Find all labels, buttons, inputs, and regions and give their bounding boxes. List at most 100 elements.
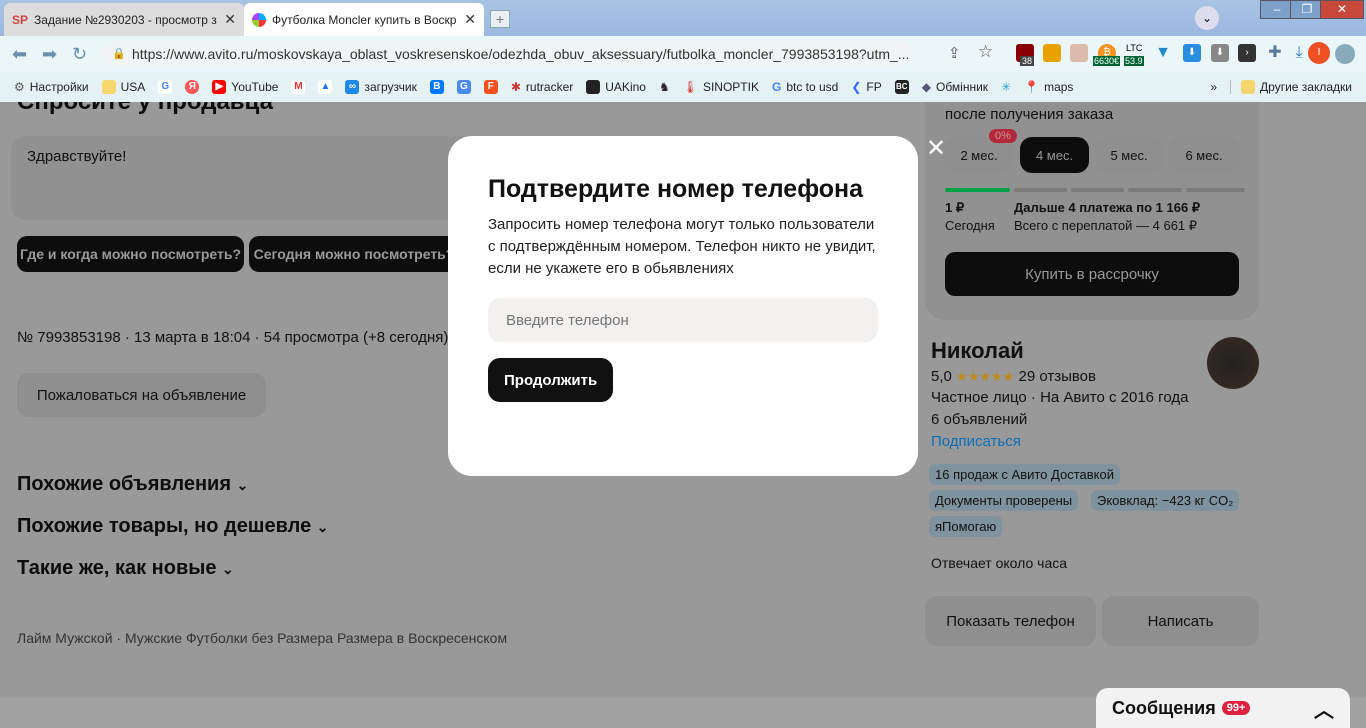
bookmark-label: Обмінник: [935, 80, 989, 94]
messages-label: Сообщения: [1112, 697, 1216, 718]
report-button[interactable]: Пожаловаться на объявление: [17, 373, 266, 417]
bookmark-uakino[interactable]: UAKino: [586, 80, 646, 94]
bookmarks-bar: ⚙ Настройки USA G Я ▶ YouTube M ▲ ∞ загрузч…: [0, 72, 1366, 102]
breadcrumb[interactable]: Лайм Мужской · Мужские Футболки без Разм…: [17, 630, 507, 646]
section-label: Похожие товары, но дешевле: [17, 515, 312, 537]
maps-pin-icon: 📍: [1024, 80, 1040, 94]
close-window-button[interactable]: ✕: [1320, 0, 1364, 19]
new-tab-button[interactable]: +: [490, 10, 510, 28]
bookmark-usa[interactable]: USA: [101, 80, 145, 94]
bookmark-label: FP: [866, 80, 882, 94]
minimize-button[interactable]: –: [1260, 0, 1294, 19]
more-bookmarks-button[interactable]: »: [1210, 80, 1217, 94]
diamond-icon[interactable]: ▼: [1154, 44, 1172, 62]
tab-task[interactable]: SP Задание №2930203 - просмотр з ✕: [4, 3, 244, 36]
messages-widget[interactable]: Сообщения 99+ ︿: [1096, 688, 1350, 728]
installment-progress-segment: [1186, 188, 1245, 192]
buy-installment-button[interactable]: Купить в рассрочку: [945, 252, 1239, 296]
lock-icon: 🔒: [112, 48, 126, 60]
vk-icon[interactable]: B: [429, 80, 444, 94]
downloads-icon[interactable]: ⤓: [1290, 44, 1308, 62]
section-label: Похожие объявления: [17, 473, 232, 495]
bookmark-rutracker[interactable]: ✱ rutracker: [511, 80, 573, 94]
phone-input[interactable]: [488, 298, 878, 342]
message-text: Здравствуйте!: [27, 148, 127, 165]
face-ext-icon[interactable]: [1070, 44, 1088, 62]
installment-progress-segment: [1014, 188, 1067, 192]
bookmark-fp[interactable]: ❮ FP: [851, 80, 881, 94]
profile-avatar[interactable]: I: [1308, 42, 1330, 64]
bookmark-label: UAKino: [605, 80, 646, 94]
bc-icon[interactable]: BC: [894, 80, 909, 94]
write-button[interactable]: Написать: [1102, 596, 1259, 646]
google-icon[interactable]: G: [158, 80, 173, 94]
url-text: https://www.avito.ru/moskovskaya_oblast_…: [132, 46, 910, 62]
bookmark-youtube[interactable]: ▶ YouTube: [212, 80, 278, 94]
translate-icon[interactable]: G: [456, 80, 471, 94]
section-label: Такие же, как новые: [17, 557, 217, 579]
bookmark-exchanger[interactable]: ◆ Обмінник: [922, 80, 988, 94]
puzzle-icon[interactable]: ✚: [1266, 44, 1284, 62]
gmail-icon[interactable]: M: [291, 80, 306, 94]
star-icon[interactable]: ☆: [978, 42, 993, 62]
bookmark-label: SINOPTIK: [702, 80, 759, 94]
response-time: Отвечает около часа: [931, 555, 1068, 571]
reviews-link[interactable]: 29 отзывов: [1018, 368, 1096, 385]
subscribe-link[interactable]: Подписаться: [931, 433, 1021, 450]
month-option[interactable]: 5 мес.: [1095, 137, 1163, 173]
section-similar[interactable]: Похожие объявления ⌄: [17, 473, 248, 496]
save-ext-icon[interactable]: ⬇: [1211, 44, 1229, 62]
close-icon[interactable]: ✕: [224, 11, 236, 28]
drive-icon[interactable]: ▲: [318, 80, 333, 94]
fp-icon: ❮: [851, 80, 862, 94]
seller-name[interactable]: Николай: [931, 338, 1024, 364]
yandex-icon[interactable]: Я: [185, 80, 200, 94]
continue-button[interactable]: Продолжить: [488, 358, 614, 402]
seller-chip: яПомогаю: [929, 516, 1003, 537]
messages-count-badge: 99+: [1221, 701, 1251, 715]
forward-icon[interactable]: ➡: [42, 44, 57, 65]
url-input[interactable]: 🔒 https://www.avito.ru/moskovskaya_oblast…: [102, 41, 912, 67]
download-ext-icon[interactable]: ⬇: [1183, 44, 1201, 62]
bookmark-label: btc to usd: [786, 80, 839, 94]
seller-avatar[interactable]: [1207, 337, 1259, 389]
chevron-up-icon[interactable]: ︿: [1314, 694, 1334, 723]
close-icon[interactable]: ✕: [926, 134, 946, 163]
installment-card: после получения заказа 2 мес. 0% 4 мес. …: [925, 102, 1259, 320]
share-icon[interactable]: ⇪: [948, 44, 961, 62]
close-icon[interactable]: ✕: [464, 11, 476, 28]
f-icon[interactable]: F: [483, 80, 498, 94]
section-like-new[interactable]: Такие же, как новые ⌄: [17, 557, 234, 580]
thermometer-icon: 🌡: [682, 80, 698, 94]
ltc-badge: 53.9: [1124, 56, 1144, 66]
reload-icon[interactable]: ↻: [72, 44, 87, 65]
month-option[interactable]: 6 мес.: [1169, 137, 1239, 173]
bookmark-loader[interactable]: ∞ загрузчик: [345, 80, 417, 94]
bookmark-maps[interactable]: 📍 maps: [1024, 80, 1073, 94]
quick-question-button[interactable]: Сегодня можно посмотреть?: [249, 236, 459, 272]
other-bookmarks[interactable]: Другие закладки: [1230, 80, 1352, 94]
section-cheaper[interactable]: Похожие товары, но дешевле ⌄: [17, 515, 329, 538]
bookmark-settings[interactable]: ⚙ Настройки: [14, 80, 89, 94]
bookmark-btc[interactable]: Gbtc to usd: [772, 80, 838, 94]
chess-knight-icon[interactable]: ♞: [659, 80, 670, 94]
installment-progress-segment: [1071, 188, 1124, 192]
ltc-label: LTC: [1126, 43, 1143, 53]
seller-ads-link[interactable]: 6 объявлений: [931, 411, 1027, 428]
avito-icon: [252, 12, 266, 27]
maximize-button[interactable]: ❐: [1290, 0, 1324, 19]
bookmark-label: rutracker: [525, 80, 574, 94]
month-option-selected[interactable]: 4 мес.: [1020, 137, 1089, 173]
quick-question-button[interactable]: Где и когда можно посмотреть?: [17, 236, 244, 272]
installment-progress-segment: [1128, 188, 1182, 192]
shield-ext-icon[interactable]: [1043, 44, 1061, 62]
show-phone-button[interactable]: Показать телефон: [925, 596, 1096, 646]
chevron-down-icon[interactable]: ⌄: [1195, 6, 1219, 30]
settings-globe-icon[interactable]: [1335, 44, 1355, 64]
kyivstar-icon[interactable]: ✳: [1001, 80, 1011, 94]
infinity-icon: ∞: [345, 80, 360, 94]
code-ext-icon[interactable]: ›: [1238, 44, 1256, 62]
bookmark-sinoptik[interactable]: 🌡 SINOPTIK: [683, 80, 759, 94]
tab-avito[interactable]: Футболка Moncler купить в Воскр ✕: [244, 3, 484, 36]
back-icon[interactable]: ⬅: [12, 44, 27, 65]
